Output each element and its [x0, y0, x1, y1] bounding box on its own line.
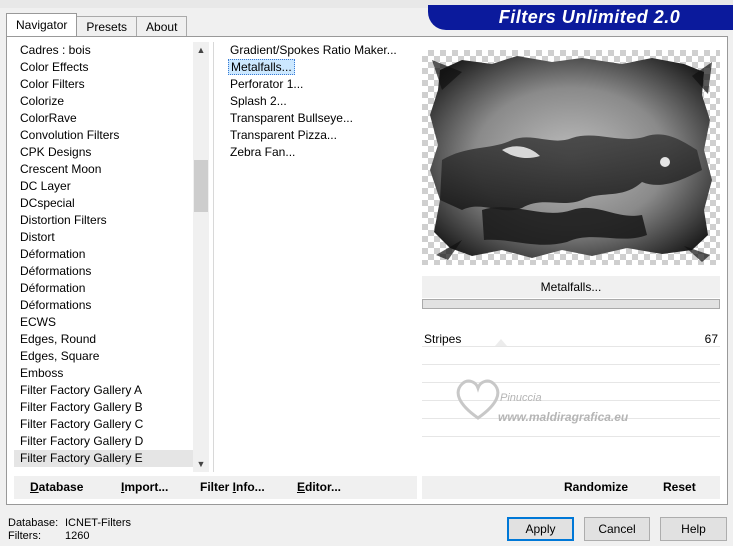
tab-about[interactable]: About [136, 16, 188, 36]
import-button[interactable]: Import... [121, 480, 168, 494]
apply-button[interactable]: Apply [507, 517, 574, 541]
editor-button[interactable]: Editor... [297, 480, 341, 494]
filter-item-label: Metalfalls... [228, 59, 295, 75]
filter-item-label: Transparent Bullseye... [230, 111, 353, 125]
watermark-name: Pinuccia [500, 392, 542, 404]
filter-item-label: Perforator 1... [230, 77, 304, 91]
slider-marker-icon[interactable] [495, 339, 507, 346]
category-item[interactable]: Convolution Filters [14, 127, 194, 144]
tab-navigator-label: Navigator [16, 18, 68, 32]
database-button[interactable]: Database [30, 480, 83, 494]
category-item[interactable]: DCspecial [14, 195, 194, 212]
category-item[interactable]: Emboss [14, 365, 194, 382]
filter-preview [422, 50, 720, 265]
category-item[interactable]: Color Filters [14, 76, 194, 93]
category-item[interactable]: Filter Factory Gallery E [14, 450, 194, 467]
category-item[interactable]: Déformation [14, 246, 194, 263]
tab-about-label: About [146, 19, 178, 34]
filter-item[interactable]: Transparent Pizza... [222, 127, 412, 144]
category-item[interactable]: Déformations [14, 263, 194, 280]
category-item[interactable]: Color Effects [14, 59, 194, 76]
tab-presets[interactable]: Presets [76, 16, 138, 36]
scroll-up-icon[interactable]: ▲ [193, 42, 209, 58]
filter-item[interactable]: Transparent Bullseye... [222, 110, 412, 127]
category-item[interactable]: Déformations [14, 297, 194, 314]
database-rest: atabase [38, 480, 84, 494]
tab-bar: Navigator Presets About [6, 13, 188, 36]
reset-button[interactable]: Reset [663, 480, 696, 494]
filter-name-display: Metalfalls... [422, 276, 720, 298]
editor-accel: E [297, 480, 306, 494]
scroll-down-icon[interactable]: ▼ [193, 456, 209, 472]
filter-item[interactable]: Perforator 1... [222, 76, 412, 93]
category-item[interactable]: Filter Factory Gallery A [14, 382, 194, 399]
category-item[interactable]: Colorize [14, 93, 194, 110]
database-accel: D [30, 480, 39, 494]
preview-image [430, 56, 712, 262]
scroll-thumb[interactable] [194, 160, 208, 212]
filter-info-rest-a: Filter [200, 480, 233, 494]
editor-rest: ditor... [305, 480, 342, 494]
category-list[interactable]: Cadres : bois Color Effects Color Filters C… [14, 42, 194, 472]
tab-navigator[interactable]: Navigator [6, 13, 78, 36]
category-item[interactable]: Filter Factory Gallery B [14, 399, 194, 416]
category-item[interactable]: Distort [14, 229, 194, 246]
category-item[interactable]: Edges, Square [14, 348, 194, 365]
slider-stripes-label: Stripes [424, 332, 462, 346]
filter-item[interactable]: Metalfalls... [222, 59, 412, 76]
category-item[interactable]: Crescent Moon [14, 161, 194, 178]
category-item[interactable]: ColorRave [14, 110, 194, 127]
filter-info-button[interactable]: Filter Info... [200, 480, 265, 494]
category-item[interactable]: Cadres : bois [14, 42, 194, 59]
cancel-button[interactable]: Cancel [584, 517, 650, 541]
tab-presets-label: Presets [86, 19, 128, 34]
slider-stripes[interactable]: Stripes 67 [422, 330, 720, 347]
empty-slider-row [422, 348, 720, 365]
randomize-button[interactable]: Randomize [564, 480, 628, 494]
slider-stripes-value: 67 [704, 332, 718, 346]
filter-item-label: Gradient/Spokes Ratio Maker... [230, 43, 397, 57]
database-info-label: Database: [8, 517, 59, 529]
filter-item-label: Transparent Pizza... [230, 128, 337, 142]
filters-count-label: Filters: [8, 530, 41, 542]
status-info: Database: ICNET-Filters Filters: 1260 [8, 517, 131, 543]
filter-name-label: Metalfalls... [540, 280, 602, 294]
category-item[interactable]: Filter Factory Gallery C [14, 416, 194, 433]
filter-item-label: Zebra Fan... [230, 145, 296, 159]
watermark-url: www.maldiragrafica.eu [498, 410, 629, 424]
filter-item[interactable]: Gradient/Spokes Ratio Maker... [222, 42, 412, 59]
import-rest: mport... [124, 480, 169, 494]
filter-item[interactable]: Zebra Fan... [222, 144, 412, 161]
help-label: Help [681, 522, 706, 536]
watermark: Pinuccia www.maldiragrafica.eu [448, 368, 728, 428]
filter-list[interactable]: Gradient/Spokes Ratio Maker... Metalfalls… [222, 42, 412, 472]
cancel-label: Cancel [598, 522, 636, 536]
help-button[interactable]: Help [660, 517, 727, 541]
category-item[interactable]: Edges, Round [14, 331, 194, 348]
category-item[interactable]: CPK Designs [14, 144, 194, 161]
category-item[interactable]: DC Layer [14, 178, 194, 195]
filter-item-label: Splash 2... [230, 94, 287, 108]
filter-separator-bar [422, 299, 720, 309]
category-item[interactable]: Distortion Filters [14, 212, 194, 229]
category-item[interactable]: ECWS [14, 314, 194, 331]
category-item[interactable]: Déformation [14, 280, 194, 297]
list-divider [213, 42, 214, 472]
app-title: Filters Unlimited 2.0 [498, 7, 681, 27]
action-bar: Database Import... Filter Info... Editor… [14, 476, 417, 499]
category-scrollbar[interactable]: ▲ ▼ [193, 42, 209, 472]
app-title-banner: Filters Unlimited 2.0 [428, 5, 733, 30]
apply-label: Apply [525, 522, 556, 536]
filters-count-value: 1260 [65, 530, 90, 542]
database-info-value: ICNET-Filters [65, 517, 131, 529]
filter-info-rest-b: nfo... [236, 480, 265, 494]
filter-item[interactable]: Splash 2... [222, 93, 412, 110]
category-item[interactable]: Filter Factory Gallery D [14, 433, 194, 450]
randomize-reset-bar: Randomize Reset [422, 476, 720, 499]
